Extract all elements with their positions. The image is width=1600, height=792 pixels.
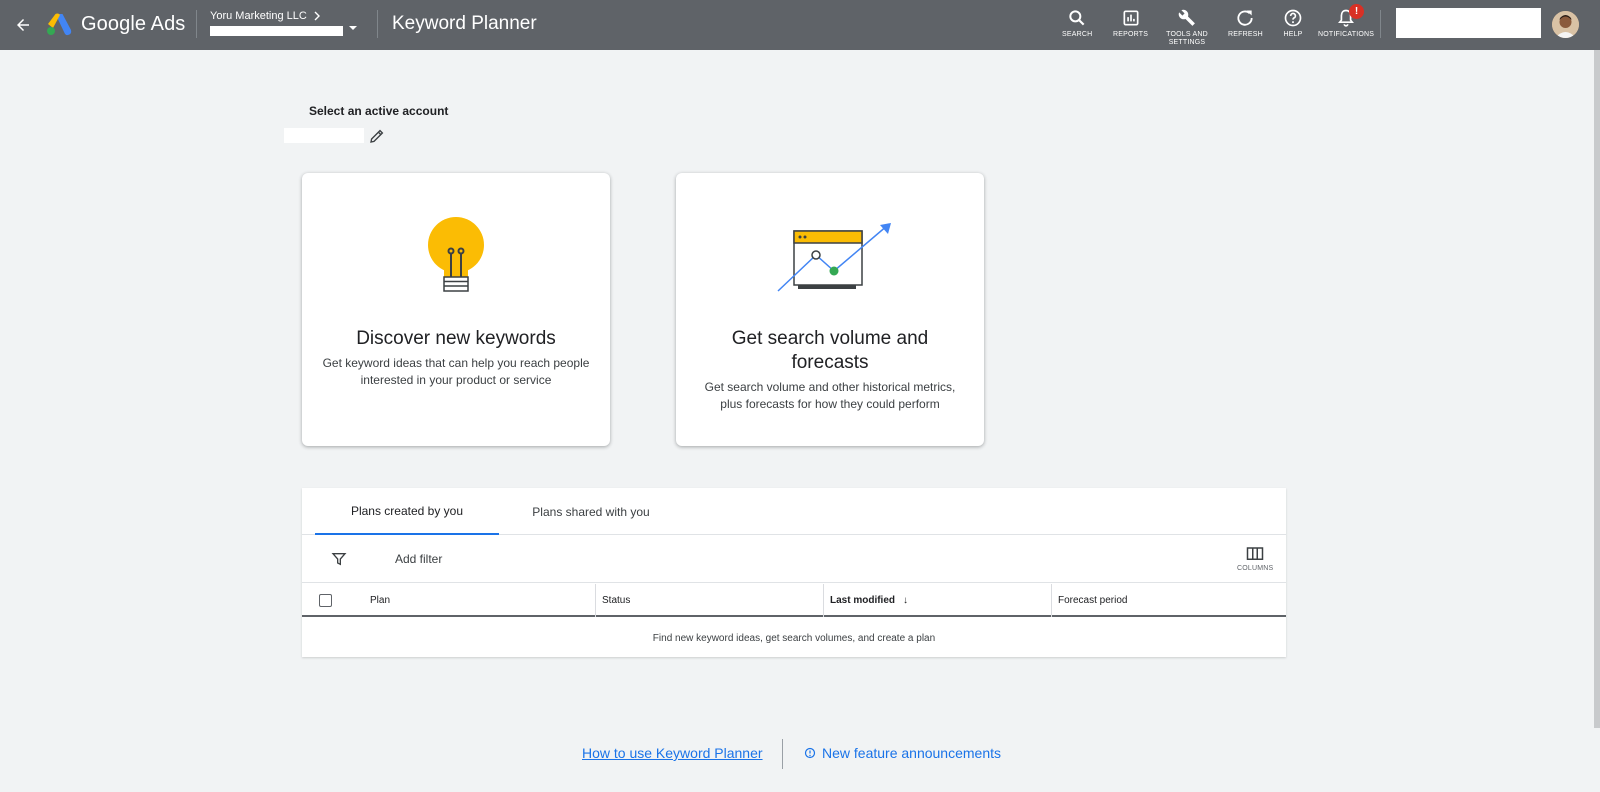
chart-trend-icon <box>777 223 891 292</box>
footer-divider <box>782 739 783 769</box>
header-divider <box>1380 10 1381 38</box>
google-ads-logo-icon <box>47 13 72 36</box>
sort-arrow-down-icon: ↓ <box>903 595 909 606</box>
help-icon <box>1284 9 1302 27</box>
account-id-redacted <box>284 128 364 143</box>
columns-icon <box>1246 547 1264 560</box>
table-header-row: Plan Status Last modified ↓ Forecast per… <box>302 584 1286 617</box>
account-switcher[interactable]: Yoru Marketing LLC <box>210 10 321 22</box>
brand-name: Google Ads <box>81 13 186 35</box>
card-title: Discover new keywords <box>356 328 556 349</box>
column-divider <box>595 584 596 617</box>
plans-tabs: Plans created by you Plans shared with y… <box>302 488 1286 535</box>
refresh-tool-button[interactable]: REFRESH <box>1228 8 1263 39</box>
header-divider <box>196 10 197 38</box>
plans-table: Plans created by you Plans shared with y… <box>302 488 1286 657</box>
columns-label: COLUMNS <box>1237 565 1274 572</box>
filter-bar: Add filter COLUMNS <box>302 536 1286 583</box>
page-title: Keyword Planner <box>392 13 537 34</box>
column-header-last-modified[interactable]: Last modified ↓ <box>830 584 908 617</box>
select-all-checkbox[interactable] <box>319 594 332 607</box>
column-header-plan[interactable]: Plan <box>370 584 390 617</box>
card-description: Get search volume and other historical m… <box>704 380 956 411</box>
avatar[interactable] <box>1552 11 1579 38</box>
lightbulb-icon <box>428 217 484 292</box>
columns-button[interactable]: COLUMNS <box>1237 546 1273 572</box>
tool-label: HELP <box>1283 31 1303 38</box>
top-app-bar: Google Ads Yoru Marketing LLC Keyword Pl… <box>0 0 1600 50</box>
new-feature-announcements-link[interactable]: New feature announcements <box>822 745 1001 761</box>
account-name: Yoru Marketing LLC <box>210 10 307 22</box>
column-divider <box>823 584 824 617</box>
empty-table-message: Find new keyword ideas, get search volum… <box>652 632 936 644</box>
info-icon <box>804 747 816 759</box>
reports-icon <box>1123 10 1139 26</box>
how-to-use-link[interactable]: How to use Keyword Planner <box>582 745 763 761</box>
pencil-edit-icon[interactable] <box>368 127 386 145</box>
select-account-label: Select an active account <box>309 104 449 118</box>
search-icon <box>1069 10 1085 26</box>
back-arrow-button[interactable] <box>10 12 36 38</box>
add-filter-button[interactable]: Add filter <box>395 552 442 566</box>
wrench-icon <box>1178 9 1195 26</box>
user-avatar-icon <box>1552 11 1579 38</box>
notifications-tool-button[interactable]: ! NOTIFICATIONS <box>1318 4 1375 39</box>
page-scrollbar[interactable] <box>1594 50 1600 728</box>
filter-icon[interactable] <box>331 551 347 567</box>
discover-keywords-card[interactable]: Discover new keywords Get keyword ideas … <box>302 173 610 446</box>
header-search-input[interactable] <box>1396 8 1541 38</box>
reports-tool-button[interactable]: REPORTS <box>1113 8 1148 39</box>
caret-down-icon[interactable] <box>348 24 358 32</box>
arrow-left-icon <box>17 19 29 31</box>
tab-plans-created-by-you[interactable]: Plans created by you <box>315 488 499 535</box>
search-volume-forecasts-card[interactable]: Get search volume and forecasts Get sear… <box>676 173 984 446</box>
tool-label: REPORTS <box>1113 31 1149 38</box>
column-header-label: Last modified <box>830 595 896 606</box>
tool-label: REFRESH <box>1228 31 1263 38</box>
help-tool-button[interactable]: HELP <box>1283 8 1303 39</box>
chevron-right-icon <box>314 11 320 21</box>
column-header-forecast-period[interactable]: Forecast period <box>1058 584 1127 617</box>
tool-label: NOTIFICATIONS <box>1318 31 1375 38</box>
card-description: Get keyword ideas that can help you reac… <box>322 356 590 387</box>
search-tool-button[interactable]: SEARCH <box>1062 8 1092 39</box>
header-divider <box>377 10 378 38</box>
tool-label: SEARCH <box>1062 31 1093 38</box>
column-divider <box>1051 584 1052 617</box>
notification-badge: ! <box>1349 4 1365 19</box>
tools-and-settings-button[interactable]: TOOLS AND SETTINGS <box>1166 8 1208 47</box>
column-header-status[interactable]: Status <box>602 584 630 617</box>
tab-plans-shared-with-you[interactable]: Plans shared with you <box>499 488 683 535</box>
tool-label: TOOLS AND SETTINGS <box>1166 31 1208 46</box>
card-title: Get search volume and forecasts <box>731 328 929 373</box>
account-id-redacted <box>210 26 343 36</box>
refresh-icon <box>1237 10 1254 26</box>
